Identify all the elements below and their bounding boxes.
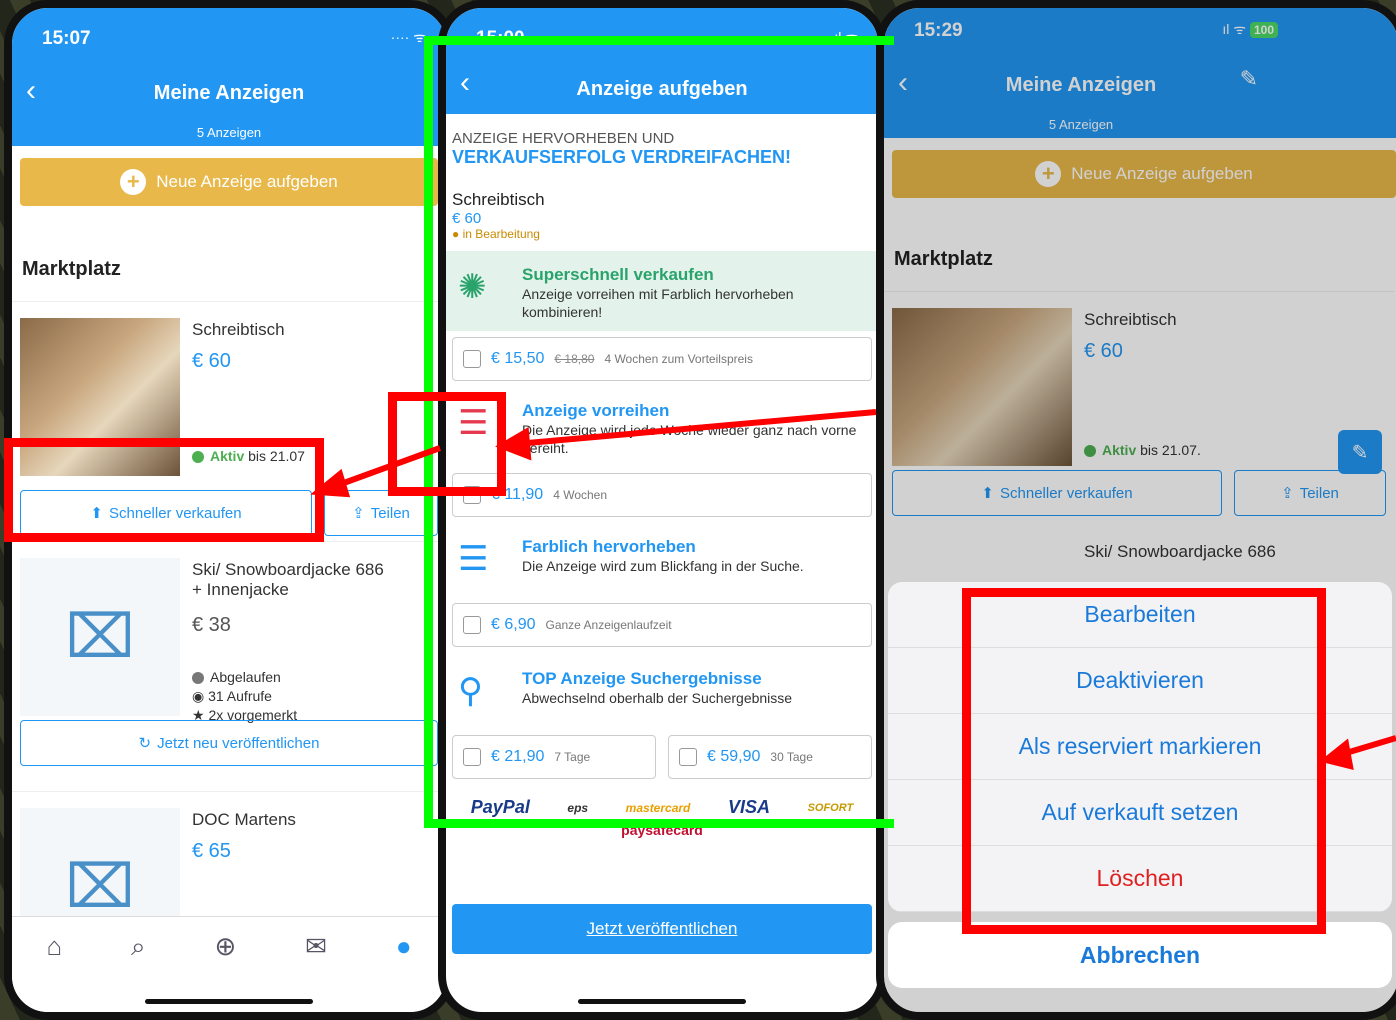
page-title: Meine Anzeigen <box>153 82 305 104</box>
listing-name: Schreibtisch <box>192 320 285 339</box>
listing-actions: ↻ Jetzt neu veröffentlichen <box>20 720 438 766</box>
status-expired: Abgelaufen <box>210 669 281 685</box>
wifi-icon: ···· ᯤ <box>390 29 426 45</box>
share-button[interactable]: ⇪ Teilen <box>324 490 438 536</box>
share-label: Teilen <box>370 504 410 522</box>
highlight-box <box>388 392 506 496</box>
plus-icon: + <box>120 169 147 195</box>
clock: 15:07 <box>42 28 91 49</box>
listing-price: € 60 <box>192 350 231 372</box>
listing-name: DOC Martens <box>192 810 296 829</box>
highlight-box <box>4 438 324 542</box>
back-icon[interactable]: ‹ <box>26 74 36 108</box>
home-indicator <box>145 999 313 1004</box>
status-bar: 15:07 ···· ᯤ <box>12 8 446 66</box>
profile-icon[interactable]: ● <box>396 931 412 962</box>
add-icon[interactable]: ⊕ <box>214 931 236 962</box>
listing-price: € 65 <box>192 840 231 862</box>
eye-icon: ◉ <box>192 688 209 704</box>
listing-name: Ski/ Snowboardjacke 686 + Innenjacke <box>192 560 384 600</box>
highlight-box <box>962 588 1326 934</box>
publish-button[interactable]: Jetzt veröffentlichen <box>452 904 872 954</box>
new-ad-label: Neue Anzeige aufgeben <box>156 172 338 191</box>
views-count: 31 Aufrufe <box>208 688 272 704</box>
home-icon[interactable]: ⌂ <box>46 931 62 962</box>
nav-bar: ‹ Meine Anzeigen 5 Anzeigen <box>12 66 446 146</box>
share-icon: ⇪ <box>352 505 365 522</box>
search-icon[interactable]: ⌕ <box>131 931 146 963</box>
listing-price: € 38 <box>192 614 231 636</box>
messages-icon[interactable]: ✉ <box>305 931 327 962</box>
listing-stats: Abgelaufen ◉ 31 Aufrufe ★ 2x vorgemerkt <box>192 668 297 725</box>
listing-card[interactable]: ⌧ Ski/ Snowboardjacke 686 + Innenjacke € … <box>12 541 446 791</box>
listing-name-line2: + Innenjacke <box>192 580 289 599</box>
ad-count: 5 Anzeigen <box>196 125 262 140</box>
republish-label: Jetzt neu veröffentlichen <box>157 734 320 752</box>
refresh-icon: ↻ <box>138 735 152 752</box>
expired-dot <box>192 672 204 685</box>
home-indicator <box>578 999 746 1004</box>
tab-bar: ⌂ ⌕ ⊕ ✉ ● <box>12 916 446 1012</box>
new-ad-button[interactable]: + Neue Anzeige aufgeben <box>20 158 438 206</box>
listing-name-line1: Ski/ Snowboardjacke 686 <box>192 560 384 579</box>
placeholder-box-icon: ⌧ <box>20 558 180 716</box>
section-title: Marktplatz <box>22 258 121 280</box>
republish-button[interactable]: ↻ Jetzt neu veröffentlichen <box>20 720 438 766</box>
